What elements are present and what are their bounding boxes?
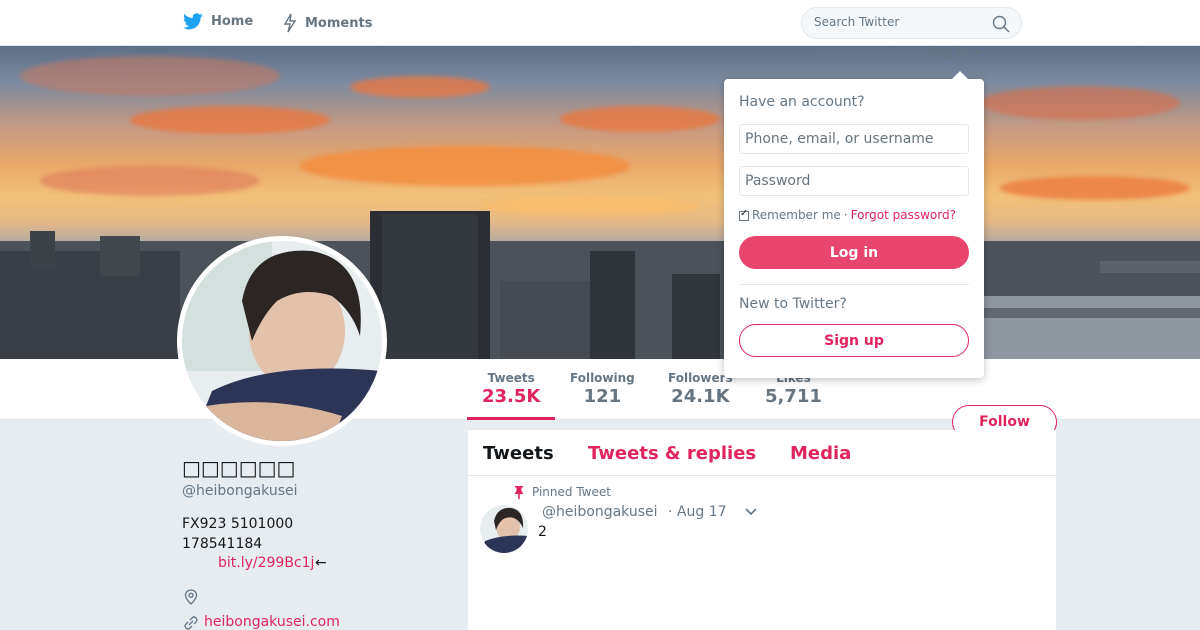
login-prompt: Have an account? Log in xyxy=(817,45,982,59)
profile-avatar[interactable] xyxy=(177,236,387,446)
login-button[interactable]: Log in xyxy=(739,236,969,269)
search-box xyxy=(801,7,1022,39)
profile-bio: FX923 5101000 178541184 xyxy=(182,514,293,554)
login-trigger-label: Log in xyxy=(928,45,970,59)
bio-arrow: ← xyxy=(315,555,327,571)
pinned-tweet-label: Pinned Tweet xyxy=(532,485,611,499)
tweet-text: 2 xyxy=(538,524,547,540)
tab-tweets[interactable]: Tweets xyxy=(483,443,554,464)
tweet-avatar-photo xyxy=(480,505,528,553)
forgot-password-link[interactable]: Forgot password? xyxy=(851,208,956,222)
nav-home-label: Home xyxy=(211,14,254,29)
twitter-bird-icon xyxy=(183,13,203,30)
username-field[interactable] xyxy=(739,124,969,154)
remember-label: Remember me xyxy=(752,208,841,222)
bio-link[interactable]: bit.ly/299Bc1j xyxy=(218,555,314,571)
profile-url[interactable]: heibongakusei.com xyxy=(204,614,340,630)
tweet-author-handle[interactable]: @heibongakusei xyxy=(542,504,658,520)
stat-likes-value: 5,711 xyxy=(765,386,822,407)
stat-tweets-label: Tweets xyxy=(487,371,535,385)
avatar-photo xyxy=(182,241,382,441)
tab-media[interactable]: Media xyxy=(790,443,851,464)
bio-line-2: 178541184 xyxy=(182,536,263,552)
login-dropdown: Have an account? Remember me · Forgot pa… xyxy=(724,71,984,378)
nav-moments-label: Moments xyxy=(305,15,373,31)
signup-button[interactable]: Sign up xyxy=(739,324,969,357)
stat-followers[interactable]: Followers 24.1K xyxy=(668,371,733,407)
stat-followers-label: Followers xyxy=(668,371,733,385)
profile-handle: @heibongakusei xyxy=(182,483,298,499)
location-pin-icon xyxy=(184,589,198,605)
password-field[interactable] xyxy=(739,166,969,196)
timeline: Tweets Tweets & replies Media Pinned Twe… xyxy=(468,430,1056,630)
nav-home[interactable]: Home xyxy=(183,13,253,30)
remember-separator: · xyxy=(843,208,848,222)
dropdown-divider xyxy=(739,284,969,285)
caret-down-icon xyxy=(973,51,982,55)
profile-name: □□□□□□ xyxy=(182,456,296,480)
stat-following-label: Following xyxy=(570,371,635,385)
tweet-date[interactable]: · Aug 17 xyxy=(668,504,727,520)
login-dropdown-trigger[interactable]: Log in xyxy=(928,45,982,59)
lightning-icon xyxy=(283,13,297,33)
login-dropdown-title: Have an account? xyxy=(739,94,865,110)
pin-icon xyxy=(514,485,524,499)
magnifier-icon[interactable] xyxy=(992,15,1010,33)
bio-line-1: FX923 5101000 xyxy=(182,516,294,532)
remember-row: Remember me · Forgot password? xyxy=(739,208,956,222)
nav-moments[interactable]: Moments xyxy=(283,13,372,33)
tweet-avatar[interactable] xyxy=(480,505,528,553)
chevron-down-icon[interactable] xyxy=(744,506,758,516)
stat-tweets-value: 23.5K xyxy=(482,386,541,407)
stat-following[interactable]: Following 121 xyxy=(570,371,635,407)
link-icon xyxy=(184,616,198,630)
new-to-twitter-text: New to Twitter? xyxy=(739,296,847,312)
top-nav-bar: Home Moments xyxy=(0,0,1200,46)
stat-following-value: 121 xyxy=(583,386,622,407)
tab-tweets-replies[interactable]: Tweets & replies xyxy=(588,443,756,464)
stat-followers-value: 24.1K xyxy=(671,386,730,407)
remember-checkbox[interactable] xyxy=(739,208,749,221)
pinned-tweet-header: Pinned Tweet xyxy=(514,485,611,499)
login-prompt-text: Have an account? xyxy=(817,45,925,59)
stat-tweets[interactable]: Tweets 23.5K xyxy=(467,371,556,420)
search-input[interactable] xyxy=(814,15,984,29)
timeline-tabs: Tweets Tweets & replies Media xyxy=(468,430,1056,476)
